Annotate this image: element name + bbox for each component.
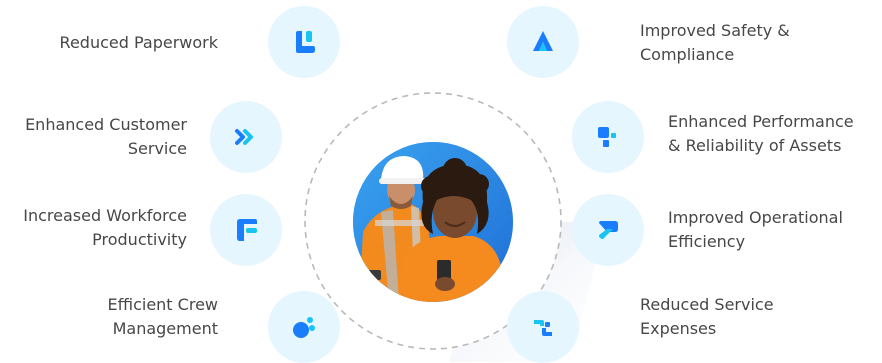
- efficient-crew-management-button[interactable]: [268, 291, 340, 363]
- crew-dots-icon: [293, 317, 315, 338]
- label-improved-safety-compliance: Improved Safety & Compliance: [640, 21, 790, 64]
- improved-safety-compliance-button[interactable]: [507, 6, 579, 78]
- label-enhanced-performance-reliability: Enhanced Performance & Reliability of As…: [668, 112, 854, 155]
- double-chevron-right-icon: [235, 129, 253, 145]
- label-reduced-paperwork: Reduced Paperwork: [59, 33, 218, 52]
- document-icon: [296, 31, 315, 53]
- improved-operational-efficiency-button[interactable]: [572, 194, 644, 266]
- form-icon: [237, 219, 257, 241]
- label-increased-workforce-productivity: Increased Workforce Productivity: [23, 206, 187, 249]
- reduced-service-expenses-button[interactable]: [507, 291, 579, 363]
- increased-workforce-productivity-button[interactable]: [210, 194, 282, 266]
- triangle-logo-icon: [533, 31, 553, 51]
- grid-blocks-icon: [598, 127, 616, 147]
- operation-icon: [599, 221, 618, 239]
- enhanced-customer-service-button[interactable]: [210, 101, 282, 173]
- workers-photo: [353, 142, 513, 302]
- label-efficient-crew-management: Efficient Crew Management: [107, 295, 219, 338]
- label-enhanced-customer-service: Enhanced Customer Service: [25, 115, 187, 158]
- label-improved-operational-efficiency: Improved Operational Efficiency: [668, 208, 843, 251]
- expense-icon: [534, 320, 552, 336]
- enhanced-performance-reliability-button[interactable]: [572, 101, 644, 173]
- workers-illustration: [353, 142, 513, 302]
- reduced-paperwork-button[interactable]: [268, 6, 340, 78]
- label-reduced-service-expenses: Reduced Service Expenses: [640, 295, 774, 338]
